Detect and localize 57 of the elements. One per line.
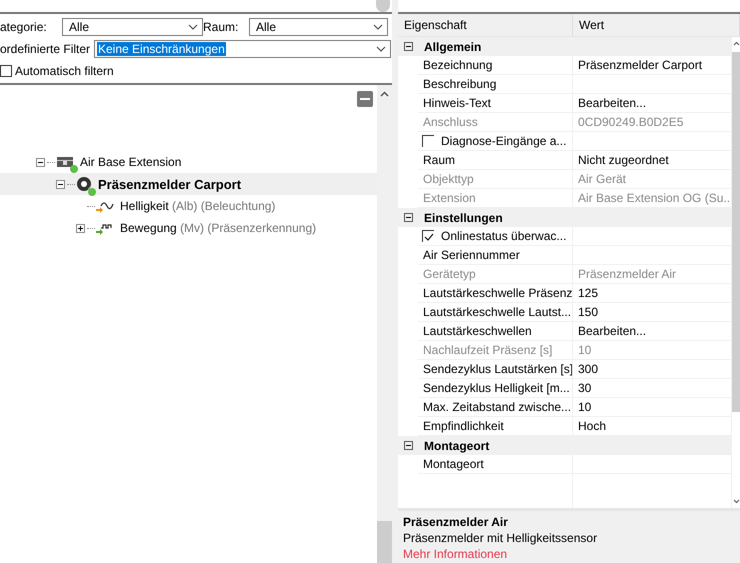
group-header: Allgemein <box>424 40 482 54</box>
property-name: Montageort <box>418 455 573 474</box>
property-name: Max. Zeitabstand zwische... <box>418 398 573 417</box>
property-name: Gerätetyp <box>418 265 573 284</box>
property-name: Sendezyklus Helligkeit [m... <box>418 379 573 398</box>
sensor-icon <box>76 176 92 192</box>
property-name: Bezeichnung <box>418 56 573 75</box>
collapse-icon[interactable] <box>404 42 413 51</box>
property-name: Nachlaufzeit Präsenz [s] <box>418 341 573 360</box>
field-label: Raum: <box>203 20 240 34</box>
property-name: Sendezyklus Lautstärken [s] <box>418 360 573 379</box>
tree-item[interactable]: Helligkeit (Alb) (Beleuchtung) <box>117 197 278 215</box>
collapse-icon[interactable] <box>36 158 45 166</box>
chevron-icon <box>376 46 386 52</box>
property-name: Lautstärkeschwellen <box>418 322 573 341</box>
chevron-icon <box>373 24 383 30</box>
device-icon <box>56 155 74 169</box>
group-header: Einstellungen <box>424 210 503 224</box>
scroll-up-icon[interactable] <box>380 91 389 97</box>
property-name: Lautstärkeschwelle Präsenz <box>418 284 573 303</box>
collapse-icon[interactable] <box>404 213 413 222</box>
tree-item[interactable]: Bewegung (Mv) (Präsenzerkennung) <box>117 219 320 237</box>
scroll-up-icon[interactable] <box>732 41 740 46</box>
field-label: ategorie: <box>0 20 48 34</box>
checkbox-label: Automatisch filtern <box>15 64 114 78</box>
chevron-icon <box>188 24 198 30</box>
property-name: Anschluss <box>418 113 573 132</box>
property-name: Hinweis-Text <box>418 94 573 113</box>
expand-icon[interactable] <box>76 224 85 232</box>
collapse-icon[interactable] <box>56 180 65 188</box>
column-header[interactable]: Wert <box>573 14 740 36</box>
checkbox[interactable] <box>422 135 434 147</box>
group-header: Montageort <box>424 438 490 452</box>
scroll-down-icon[interactable] <box>732 499 740 504</box>
description-title: Präsenzmelder Air <box>403 515 509 529</box>
field-label: ordefinierte Filter <box>0 42 88 56</box>
scrollbar-thumb[interactable] <box>732 52 740 412</box>
more-info-link[interactable]: Mehr Informationen <box>403 547 735 561</box>
property-name: Beschreibung <box>418 75 573 94</box>
dropdown[interactable]: Alle <box>62 18 203 36</box>
collapse-all-button[interactable] <box>357 91 373 107</box>
tree-item[interactable]: Air Base Extension <box>77 153 184 171</box>
collapse-icon[interactable] <box>404 441 413 450</box>
property-name: Air Seriennummer <box>418 246 573 265</box>
property-name: Onlinestatus überwac... <box>441 229 566 243</box>
dropdown[interactable]: Keine Einschränkungen <box>94 40 391 58</box>
property-name: Objekttyp <box>418 170 573 189</box>
property-name: Diagnose-Eingänge a... <box>441 134 566 148</box>
checkbox[interactable] <box>0 65 12 77</box>
property-name: Lautstärkeschwelle Lautst... <box>418 303 573 322</box>
scrollbar[interactable] <box>377 85 392 563</box>
checkbox[interactable] <box>422 230 434 242</box>
property-name: Raum <box>418 151 573 170</box>
column-header[interactable]: Eigenschaft <box>398 14 573 36</box>
description-text: Präsenzmelder mit Helligkeitssensor <box>403 531 598 545</box>
scrollbar-thumb[interactable] <box>377 521 392 563</box>
dropdown[interactable]: Alle <box>249 18 388 36</box>
